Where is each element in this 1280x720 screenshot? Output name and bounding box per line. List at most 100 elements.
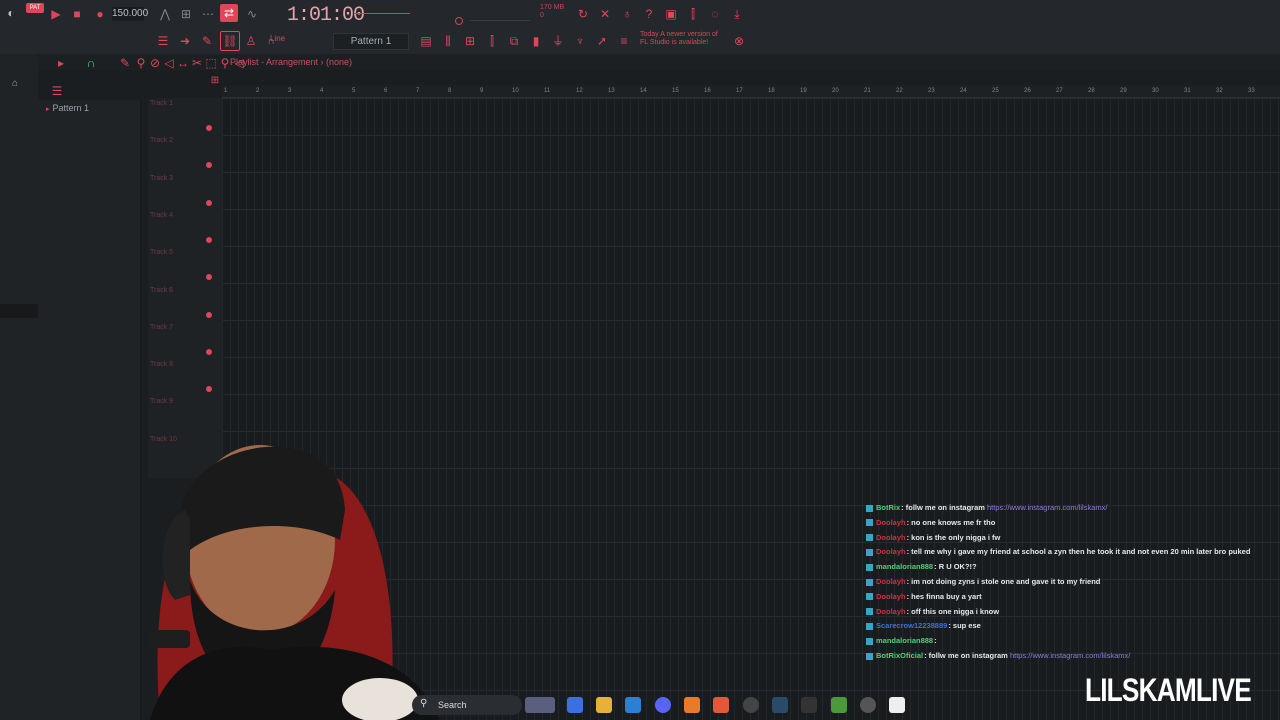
fl-logo-icon[interactable]: ◐	[2, 4, 20, 22]
countdown-icon[interactable]: ⋯	[199, 5, 217, 23]
track-label[interactable]: Track 8	[150, 361, 173, 368]
channel-rack-icon[interactable]: ▤	[417, 32, 435, 50]
store-icon[interactable]	[625, 697, 641, 713]
ruler-tick: 4	[320, 88, 324, 94]
chat-text: : no one knows me fr tho	[906, 517, 996, 527]
track-mute-led[interactable]	[206, 311, 212, 318]
track-label[interactable]: Track 1	[150, 100, 173, 107]
chat-username[interactable]: BotRix	[876, 503, 900, 512]
stop-icon[interactable]: ■	[68, 5, 86, 23]
wait-icon[interactable]: ⊞	[177, 5, 195, 23]
chat-icon[interactable]: ◌	[706, 5, 724, 23]
arrow-icon[interactable]: ▸	[52, 54, 70, 72]
track-mute-led[interactable]	[206, 125, 212, 131]
fx-icon[interactable]: ♆	[571, 32, 589, 50]
ruler-tick: 28	[1088, 88, 1095, 94]
capcut-icon[interactable]	[889, 697, 905, 713]
app-icon[interactable]	[801, 697, 817, 713]
steam-icon[interactable]	[772, 697, 788, 713]
chat-message: mandalorian888:	[866, 636, 937, 645]
picker-panel	[38, 100, 141, 720]
left-sidebar: ⌂	[0, 54, 38, 720]
chat-username[interactable]: Doolayh	[876, 592, 906, 601]
blend-notes-icon[interactable]: ∿	[243, 5, 261, 23]
chat-username[interactable]: Doolayh	[876, 607, 906, 616]
track-label[interactable]: Track 4	[150, 212, 173, 219]
channel-icon[interactable]: ▮	[527, 32, 545, 50]
piano-roll-icon[interactable]: ⊞	[461, 32, 479, 50]
chat-username[interactable]: Doolayh	[876, 547, 906, 556]
tempo-field[interactable]: 150.000	[112, 7, 148, 21]
plug-icon[interactable]: ⏚	[549, 32, 567, 50]
update-icon[interactable]: ⊗	[730, 32, 748, 50]
chat-message: Doolayh: off this one nigga i know	[866, 607, 999, 616]
file-explorer-icon[interactable]	[596, 697, 612, 713]
discord-icon[interactable]	[655, 697, 671, 713]
download-icon[interactable]: ⤓	[728, 5, 746, 23]
play-icon[interactable]: ▶	[47, 5, 65, 23]
bluestacks-icon[interactable]	[831, 697, 847, 713]
record-icon[interactable]: ●	[91, 5, 109, 23]
save-icon[interactable]: ▣	[662, 5, 680, 23]
help-icon[interactable]: ?	[640, 5, 658, 23]
taskbar-search[interactable]: Search	[412, 695, 522, 715]
ruler-tick: 30	[1152, 88, 1159, 94]
playlist-pattern-icon[interactable]: ☰	[48, 82, 66, 100]
cpu-memory-meter: 170 MB 0	[540, 4, 564, 20]
pat-song-toggle[interactable]: PAT	[26, 3, 44, 13]
chat-username[interactable]: Scarecrow12238889	[876, 621, 947, 630]
browser-icon[interactable]: ⫿	[483, 32, 501, 50]
playlist-icon[interactable]: ☰	[154, 32, 172, 50]
cut-icon[interactable]: ✕	[596, 5, 614, 23]
copilot-icon[interactable]	[567, 697, 583, 713]
send-icon[interactable]: ➚	[593, 32, 611, 50]
track-label[interactable]: Track 2	[150, 137, 173, 144]
chat-message: Doolayh: no one knows me fr tho	[866, 518, 995, 527]
track-label[interactable]: Track 7	[150, 324, 173, 331]
chat-username[interactable]: BotRixOficial	[876, 651, 923, 660]
chat-username[interactable]: Doolayh	[876, 533, 906, 542]
chat-link[interactable]: https://www.instagram.com/lilskamx/	[987, 503, 1107, 512]
obs-icon[interactable]	[743, 697, 759, 713]
chat-username[interactable]: Doolayh	[876, 577, 906, 586]
track-mute-led[interactable]	[206, 199, 212, 206]
browser-toggle-icon[interactable]: ⌂	[12, 78, 18, 89]
plugin-icon[interactable]: ⧉	[505, 32, 523, 50]
metronome-icon[interactable]: ⋀	[156, 5, 174, 23]
chat-username[interactable]: Doolayh	[876, 518, 906, 527]
brave-icon[interactable]	[713, 697, 729, 713]
ruler-tick: 15	[672, 88, 679, 94]
snap-icon[interactable]: ∩	[82, 54, 100, 72]
snap-select[interactable]: Line	[270, 34, 285, 43]
menu-icon[interactable]: ≡	[615, 32, 633, 50]
mixer-view-icon[interactable]: ⫼	[439, 32, 457, 50]
ruler-tick: 25	[992, 88, 999, 94]
chain-icon[interactable]: ⛓	[220, 31, 240, 51]
track-mute-led[interactable]	[206, 348, 212, 355]
pattern-select[interactable]: Pattern 1	[333, 33, 409, 50]
master-volume-slider[interactable]	[354, 13, 410, 14]
mic-icon[interactable]: ♁	[618, 5, 636, 23]
stamp-icon[interactable]: ♙	[242, 32, 260, 50]
mixer-icon[interactable]: ⫿	[684, 5, 702, 23]
picker-pattern-item[interactable]: ▸ Pattern 1	[46, 103, 89, 113]
track-label[interactable]: Track 3	[150, 175, 173, 182]
update-notice[interactable]: Today A newer version of FL Studio is ava…	[640, 31, 718, 47]
master-pitch-knob[interactable]	[455, 17, 463, 25]
chat-badge-icon	[866, 652, 873, 660]
fl-studio-icon[interactable]	[684, 697, 700, 713]
4k-app-icon[interactable]	[860, 697, 876, 713]
track-label[interactable]: Track 5	[150, 249, 173, 256]
loop-record-icon[interactable]: ⇄	[220, 4, 238, 22]
ruler-tick: 9	[480, 88, 484, 94]
chat-username[interactable]: mandalorian888	[876, 562, 933, 571]
chat-username[interactable]: mandalorian888	[876, 636, 933, 645]
widgets-icon[interactable]	[525, 697, 555, 713]
arrow-right-icon[interactable]: ➜	[176, 32, 194, 50]
undo-icon[interactable]: ↻	[574, 5, 592, 23]
pencil-icon[interactable]: ✎	[198, 32, 216, 50]
chat-link[interactable]: https://www.instagram.com/lilskamx/	[1010, 651, 1130, 660]
track-label[interactable]: Track 6	[150, 287, 173, 294]
expand-icon: ▸	[46, 106, 50, 113]
track-mute-led[interactable]	[206, 236, 212, 243]
